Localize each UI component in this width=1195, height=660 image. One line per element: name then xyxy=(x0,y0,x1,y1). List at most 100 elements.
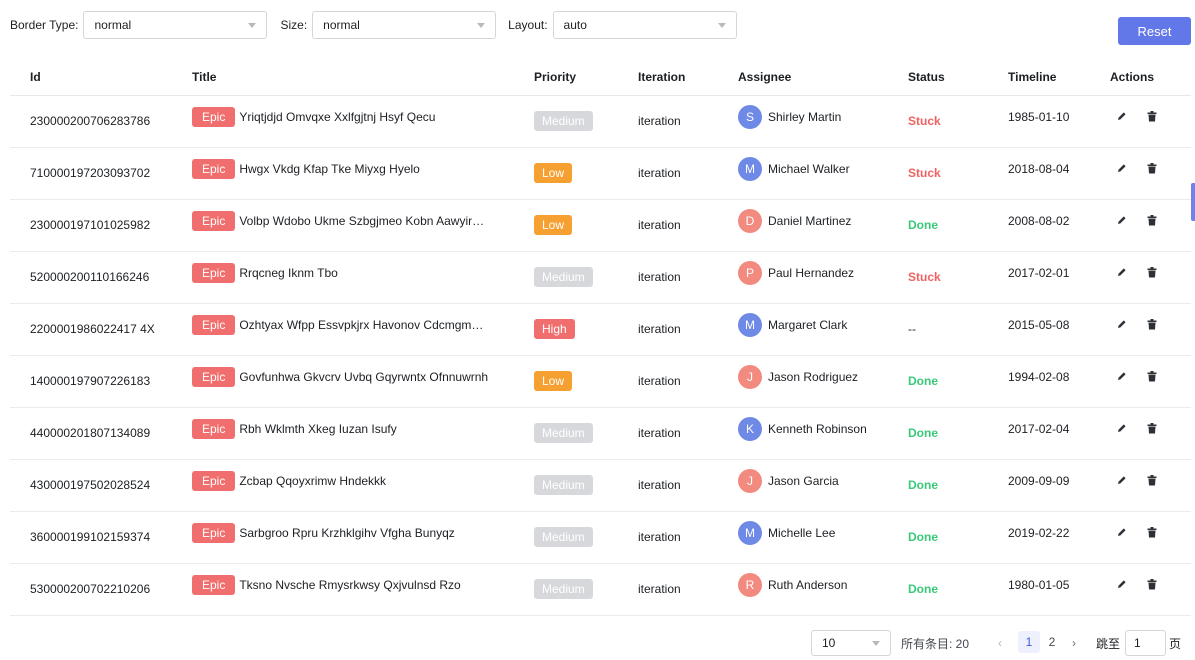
delete-icon[interactable] xyxy=(1146,266,1158,278)
row-title: Epic Govfunhwa Gkvcrv Uvbq Gqyrwntx Ofnnu… xyxy=(192,367,488,387)
row-id: 440000201807134089 xyxy=(30,426,151,440)
status-text: Stuck xyxy=(908,114,941,128)
row-title: Epic Yriqtjdjd Omvqxe Xxlfgjtnj Hsyf Qecu xyxy=(192,107,435,127)
row-title: Epic Tksno Nvsche Rmysrkwsy Qxjvulnsd Rzo xyxy=(192,575,461,595)
avatar: K xyxy=(738,417,762,441)
delete-icon[interactable] xyxy=(1146,162,1158,174)
header-id[interactable]: Id xyxy=(30,70,41,84)
edit-icon[interactable] xyxy=(1116,214,1128,226)
row-assignee: P Paul Hernandez xyxy=(738,261,854,285)
row-iteration: iteration xyxy=(638,218,681,232)
assignee-name: Jason Rodriguez xyxy=(768,370,859,384)
page-1-button[interactable]: 1 xyxy=(1018,631,1040,653)
row-assignee: M Michelle Lee xyxy=(738,521,835,545)
row-iteration: iteration xyxy=(638,478,681,492)
edit-icon[interactable] xyxy=(1116,370,1128,382)
priority-badge: Medium xyxy=(534,111,593,131)
issues-table: Id Title Priority Iteration Assignee Sta… xyxy=(10,59,1191,616)
assignee-name: Jason Garcia xyxy=(768,474,839,488)
prev-page-icon[interactable]: ‹ xyxy=(998,636,1002,650)
epic-tag: Epic xyxy=(192,575,236,595)
side-drawer-handle[interactable] xyxy=(1191,183,1195,221)
table-row: 710000197203093702 Epic Hwgx Vkdg Kfap Tke… xyxy=(10,148,1191,200)
status-text: Done xyxy=(908,218,938,232)
edit-icon[interactable] xyxy=(1116,578,1128,590)
header-status[interactable]: Status xyxy=(908,70,945,84)
table-row: 230000200706283786 Epic Yriqtjdjd Omvqxe X… xyxy=(10,96,1191,148)
edit-icon[interactable] xyxy=(1116,526,1128,538)
row-assignee: J Jason Garcia xyxy=(738,469,839,493)
edit-icon[interactable] xyxy=(1116,162,1128,174)
reset-button[interactable]: Reset xyxy=(1118,17,1191,45)
delete-icon[interactable] xyxy=(1146,214,1158,226)
border-type-select[interactable]: normal xyxy=(83,11,268,39)
header-title[interactable]: Title xyxy=(192,70,216,84)
row-id: 520000200110166246 xyxy=(30,270,150,284)
priority-badge: Medium xyxy=(534,579,593,599)
row-title: Epic Rbh Wklmth Xkeg Iuzan Isufy xyxy=(192,419,397,439)
delete-icon[interactable] xyxy=(1146,318,1158,330)
row-actions xyxy=(1116,266,1158,278)
row-id: 360000199102159374 xyxy=(30,530,151,544)
header-iteration[interactable]: Iteration xyxy=(638,70,685,84)
row-actions xyxy=(1116,526,1158,538)
avatar: M xyxy=(738,521,762,545)
row-title-text: Tksno Nvsche Rmysrkwsy Qxjvulnsd Rzo xyxy=(239,578,461,592)
row-id: 230000200706283786 xyxy=(30,114,151,128)
row-actions xyxy=(1116,578,1158,590)
chevron-down-icon xyxy=(872,640,880,646)
row-priority: High xyxy=(534,319,575,339)
priority-badge: Medium xyxy=(534,267,593,287)
epic-tag: Epic xyxy=(192,263,236,283)
edit-icon[interactable] xyxy=(1116,266,1128,278)
row-timeline: 1980-01-05 xyxy=(1008,578,1070,592)
border-type-label: Border Type: xyxy=(10,18,79,32)
row-priority: Low xyxy=(534,371,573,391)
total-items: 所有条目: 20 xyxy=(901,637,970,651)
delete-icon[interactable] xyxy=(1146,526,1158,538)
row-title-text: Zcbap Qqoyxrimw Hndekkk xyxy=(239,474,387,488)
chevron-down-icon xyxy=(477,22,486,28)
edit-icon[interactable] xyxy=(1116,110,1128,122)
row-title: Epic Sarbgroo Rpru Krzhklgihv Vfgha Bunyq… xyxy=(192,523,455,543)
delete-icon[interactable] xyxy=(1146,110,1158,122)
priority-badge: Medium xyxy=(534,475,593,495)
priority-badge: Low xyxy=(534,215,573,235)
header-assignee[interactable]: Assignee xyxy=(738,70,791,84)
table-row: 440000201807134089 Epic Rbh Wklmth Xkeg Iu… xyxy=(10,408,1191,460)
table-header: Id Title Priority Iteration Assignee Sta… xyxy=(10,59,1191,96)
row-actions xyxy=(1116,474,1158,486)
edit-icon[interactable] xyxy=(1116,318,1128,330)
delete-icon[interactable] xyxy=(1146,422,1158,434)
delete-icon[interactable] xyxy=(1146,370,1158,382)
edit-icon[interactable] xyxy=(1116,474,1128,486)
header-priority[interactable]: Priority xyxy=(534,70,576,84)
edit-icon[interactable] xyxy=(1116,422,1128,434)
layout-select[interactable]: auto xyxy=(552,11,737,39)
row-iteration: iteration xyxy=(638,322,681,336)
assignee-name: Shirley Martin xyxy=(768,110,842,124)
jump-page-input[interactable] xyxy=(1125,630,1166,656)
delete-icon[interactable] xyxy=(1146,578,1158,590)
row-timeline: 2017-02-04 xyxy=(1008,422,1070,436)
status-text: -- xyxy=(908,322,916,336)
page-size-select[interactable]: 10 xyxy=(811,630,891,656)
row-priority: Low xyxy=(534,215,573,235)
page-2-button[interactable]: 2 xyxy=(1041,631,1063,653)
size-label: Size: xyxy=(280,18,308,32)
row-timeline: 2019-02-22 xyxy=(1008,526,1070,540)
size-value: normal xyxy=(323,18,360,32)
delete-icon[interactable] xyxy=(1146,474,1158,486)
avatar: M xyxy=(738,157,762,181)
epic-tag: Epic xyxy=(192,315,236,335)
row-actions xyxy=(1116,370,1158,382)
avatar: S xyxy=(738,105,762,129)
row-title-text: Govfunhwa Gkvcrv Uvbq Gqyrwntx Ofnnuwrnh xyxy=(239,370,489,384)
row-assignee: R Ruth Anderson xyxy=(738,573,847,597)
next-page-icon[interactable]: › xyxy=(1072,636,1076,650)
header-timeline[interactable]: Timeline xyxy=(1008,70,1056,84)
row-timeline: 1994-02-08 xyxy=(1008,370,1070,384)
status-text: Stuck xyxy=(908,270,941,284)
row-priority: Medium xyxy=(534,475,593,495)
size-select[interactable]: normal xyxy=(312,11,497,39)
